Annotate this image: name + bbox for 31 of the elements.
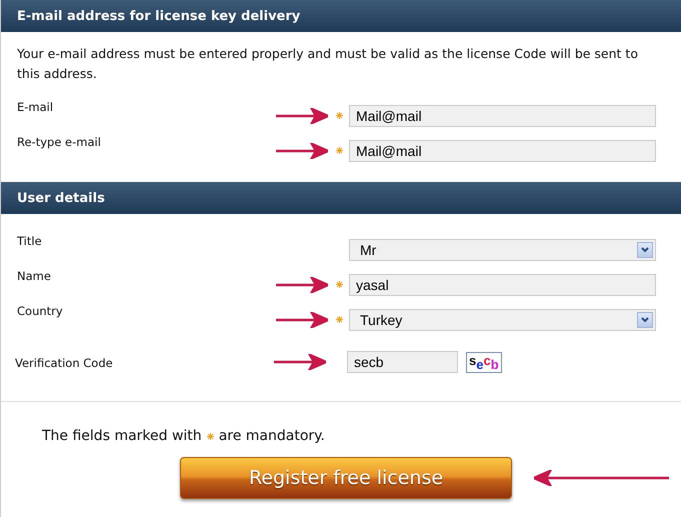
captcha-image: secb [466, 352, 502, 372]
intro-text: Your e-mail address must be entered properly and must be valid as the license Code will be sent to this address. [17, 45, 639, 83]
dropdown-field[interactable]: Turkey [349, 308, 656, 330]
field-label: Verification Code [14, 356, 114, 370]
required-icon [336, 316, 343, 323]
text-field[interactable]: yasal [349, 274, 656, 296]
text-field[interactable]: Mail@mail [349, 140, 656, 162]
required-icon [336, 147, 343, 154]
required-icon [336, 281, 343, 288]
field-label: Country [16, 304, 64, 318]
section-header: E-mail address for license key delivery [1, 0, 681, 32]
note-text: The fields marked with [42, 428, 202, 444]
arrow-icon [274, 354, 326, 370]
dropdown-field[interactable]: Mr [349, 238, 656, 260]
field-label: E-mail [16, 100, 54, 114]
text-field[interactable]: secb [347, 351, 458, 373]
arrow-icon [276, 312, 328, 328]
chevron-down-icon [641, 316, 649, 322]
required-icon [206, 432, 214, 440]
required-icon [336, 112, 343, 119]
text-field[interactable]: Mail@mail [349, 104, 656, 126]
section-header: User details [1, 182, 681, 214]
arrow-icon [534, 470, 669, 486]
field-label: Title [16, 234, 43, 248]
arrow-icon [276, 142, 328, 158]
field-label: Re-type e-mail [16, 135, 102, 149]
field-label: Name [16, 269, 52, 283]
arrow-icon [276, 108, 328, 124]
arrow-icon [276, 276, 328, 292]
chevron-down-icon [641, 246, 649, 252]
note-text: are mandatory. [218, 428, 325, 444]
